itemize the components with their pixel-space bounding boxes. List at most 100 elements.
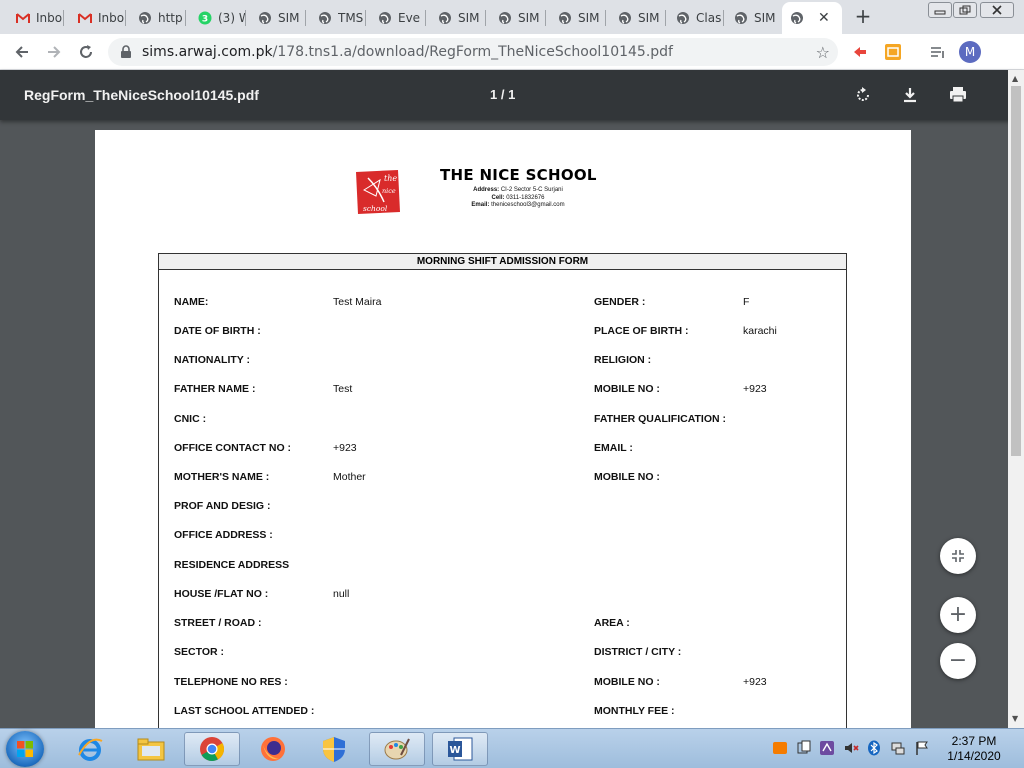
house-no-value: null (333, 588, 350, 600)
whatsapp-badge: 3 (202, 15, 208, 25)
taskbar-clock[interactable]: 2:37 PM 1/14/2020 (938, 734, 1010, 764)
taskbar-firefox[interactable] (245, 732, 301, 766)
prof-desig-label: PROF AND DESIG : (174, 500, 271, 512)
tab-gmail-1[interactable]: Inbo (8, 4, 64, 32)
tab-sim-3[interactable]: SIM (490, 4, 546, 32)
windows-taskbar: W 2:37 PM 1/14/2020 (0, 728, 1024, 768)
print-icon[interactable] (948, 85, 968, 105)
tab-class[interactable]: Clas (668, 4, 724, 32)
tab-label: SIM (638, 11, 660, 25)
tab-http[interactable]: http (130, 4, 186, 32)
school-logo: the nice school (356, 170, 400, 214)
flag-notification-icon[interactable] (914, 740, 930, 756)
globe-icon (676, 11, 690, 25)
scroll-down-icon[interactable]: ▼ (1012, 714, 1018, 723)
taskbar-chrome[interactable] (184, 732, 240, 766)
tab-sim-1[interactable]: SIM (250, 4, 306, 32)
sector-label: SECTOR : (174, 646, 224, 658)
screen: Inbo Inbo http 3 (3) W SIM TMS Eve SIM S… (0, 0, 1024, 768)
pdf-page: the nice school THE NICE SCHOOL Address:… (95, 130, 911, 768)
minimize-button[interactable] (928, 2, 952, 18)
globe-icon (378, 11, 392, 25)
tab-label: Inbo (36, 11, 63, 25)
zoom-out-button[interactable]: − (940, 643, 976, 679)
forward-button[interactable] (44, 42, 64, 62)
gender-label: GENDER : (594, 296, 646, 308)
house-no-label: HOUSE /FLAT NO : (174, 588, 269, 600)
school-contact: Address: CI-2 Sector 5-C Surjani Cell: 0… (438, 187, 598, 210)
nationality-label: NATIONALITY : (174, 354, 251, 366)
dob-label: DATE OF BIRTH : (174, 325, 261, 337)
name-value: Test Maira (333, 296, 382, 308)
tab-eve[interactable]: Eve (370, 4, 426, 32)
action-center-icon[interactable] (796, 740, 812, 756)
network-icon[interactable] (890, 740, 906, 756)
taskbar-explorer[interactable] (123, 732, 179, 766)
tab-label: Inbo (98, 11, 125, 25)
rotate-icon[interactable] (853, 85, 873, 105)
mobile-value-3: +923 (743, 676, 767, 688)
vertical-scrollbar[interactable]: ▲ ▼ (1008, 70, 1024, 728)
reload-icon (80, 45, 92, 58)
extension-translate-icon[interactable] (884, 43, 902, 61)
monthly-fee-label: MONTHLY FEE : (594, 705, 675, 717)
tab-sim-2[interactable]: SIM (430, 4, 486, 32)
shield-icon (323, 737, 345, 762)
office-address-label: OFFICE ADDRESS : (174, 529, 273, 541)
zoom-in-button[interactable]: + (940, 597, 976, 633)
tab-label: SIM (518, 11, 540, 25)
globe-icon (498, 11, 512, 25)
tab-tms[interactable]: TMS (310, 4, 366, 32)
pdf-file-name: RegForm_TheNiceSchool10145.pdf (24, 87, 259, 103)
taskbar-security[interactable] (306, 732, 362, 766)
tab-close-icon[interactable]: ✕ (818, 10, 830, 26)
reload-button[interactable] (76, 42, 96, 62)
clock-time: 2:37 PM (951, 734, 997, 748)
tab-whatsapp[interactable]: 3 (3) W (190, 4, 246, 32)
back-button[interactable] (12, 42, 32, 62)
globe-icon (318, 11, 332, 25)
app-tray-icon[interactable] (819, 740, 835, 756)
religion-label: RELIGION : (594, 354, 652, 366)
tab-label: SIM (578, 11, 600, 25)
tab-sim-4[interactable]: SIM (550, 4, 606, 32)
tab-sim-5[interactable]: SIM (610, 4, 666, 32)
arrow-right-icon (48, 46, 61, 58)
taskbar-ie[interactable] (62, 732, 118, 766)
taskbar-paint[interactable] (369, 732, 425, 766)
new-tab-button[interactable]: + (854, 6, 872, 26)
url-path: /178.tns1.a/download/RegForm_TheNiceScho… (272, 44, 673, 60)
globe-icon (558, 11, 572, 25)
street-label: STREET / ROAD : (174, 617, 262, 629)
scrollbar-thumb[interactable] (1011, 86, 1021, 456)
mother-name-label: MOTHER'S NAME : (174, 471, 270, 483)
bookmark-star-icon[interactable]: ☆ (816, 43, 830, 62)
tab-active-pdf[interactable]: ✕ (782, 2, 842, 34)
volume-muted-icon[interactable] (843, 740, 859, 756)
father-name-value: Test (333, 383, 353, 395)
tab-label: (3) W (218, 11, 246, 25)
residence-address-label: RESIDENCE ADDRESS (174, 559, 290, 571)
address-bar[interactable]: sims.arwaj.com.pk/178.tns1.a/download/Re… (108, 38, 838, 66)
tab-label: http (158, 11, 183, 25)
start-button[interactable] (6, 731, 44, 767)
scroll-up-icon[interactable]: ▲ (1012, 74, 1018, 83)
tab-label: Eve (398, 11, 421, 25)
avast-tray-icon[interactable] (772, 740, 788, 756)
profile-avatar[interactable]: M (959, 41, 981, 63)
close-window-button[interactable] (980, 2, 1014, 18)
taskbar-word[interactable]: W (432, 732, 488, 766)
gender-value: F (743, 296, 750, 308)
globe-icon (438, 11, 452, 25)
office-contact-value: +923 (333, 442, 357, 454)
page-indicator: 1 / 1 (490, 87, 516, 102)
fit-to-page-button[interactable] (940, 538, 976, 574)
extension-arrow-icon[interactable] (851, 43, 869, 61)
tab-gmail-2[interactable]: Inbo (70, 4, 126, 32)
restore-button[interactable] (953, 2, 977, 18)
tab-sim-6[interactable]: SIM (726, 4, 782, 32)
gmail-icon (16, 12, 30, 24)
bluetooth-icon[interactable] (866, 740, 882, 756)
reading-list-icon[interactable] (929, 43, 947, 61)
download-icon[interactable] (900, 85, 920, 105)
